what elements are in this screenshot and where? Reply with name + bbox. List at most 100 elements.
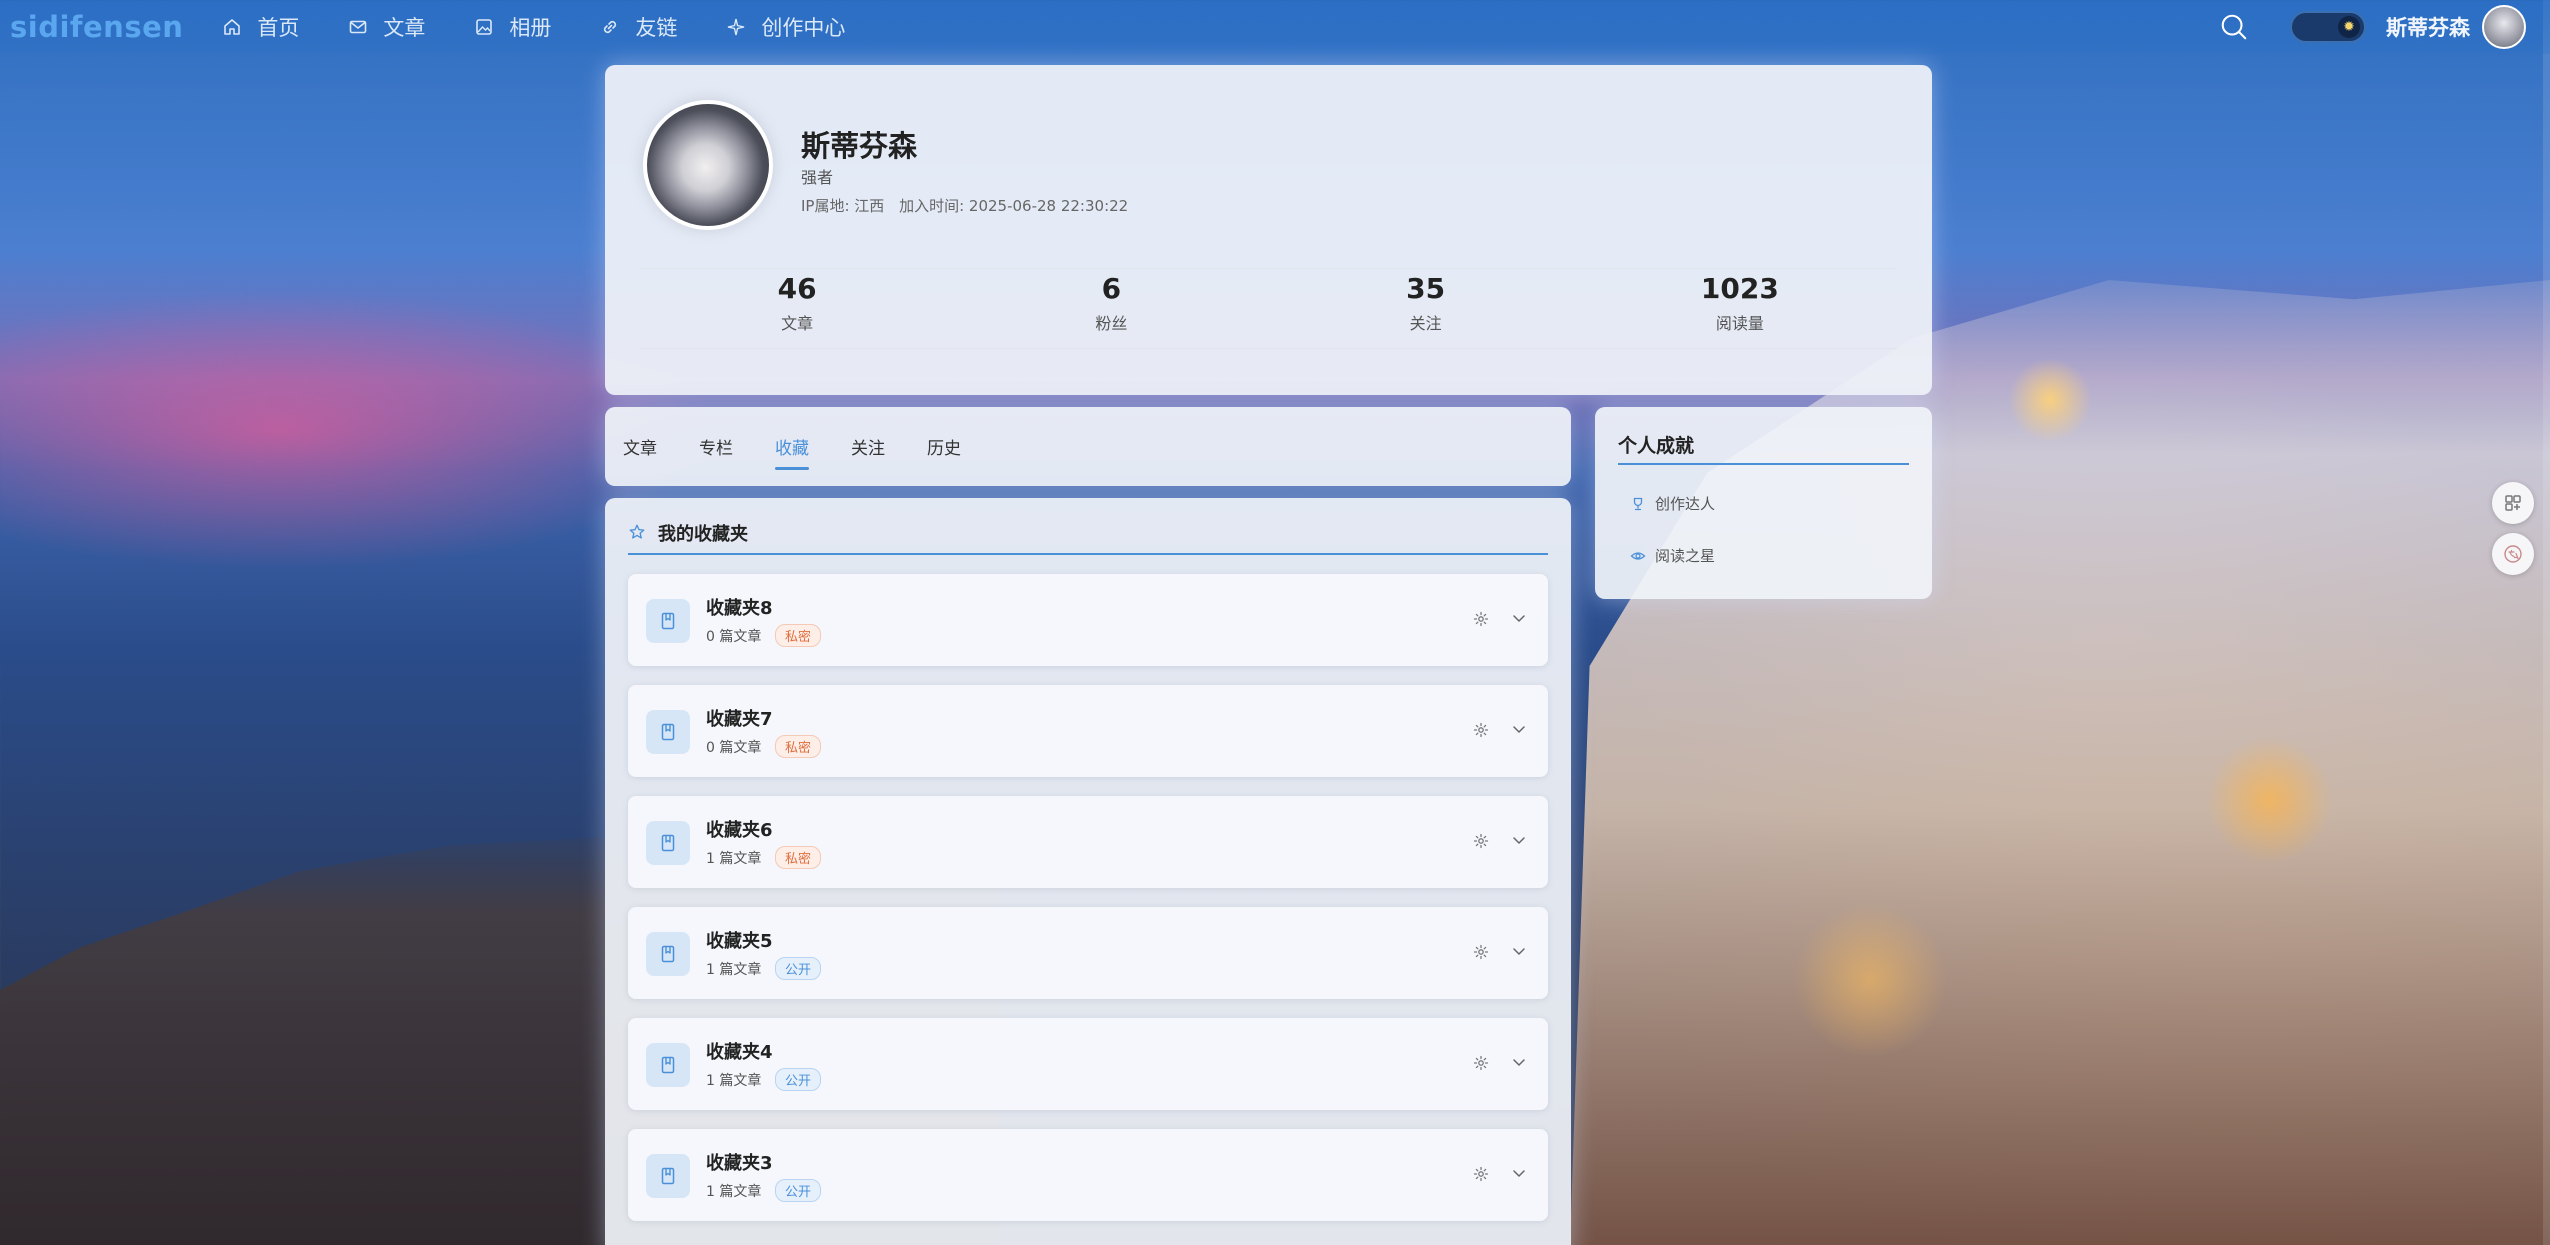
folder-expand-button[interactable] — [1510, 1164, 1528, 1182]
folder-item[interactable]: 收藏夹4 1 篇文章 公开 — [628, 1018, 1548, 1110]
bookmark-book-icon — [646, 821, 690, 865]
folder-list: 收藏夹8 0 篇文章 私密 收藏夹7 0 篇文章 私密 收藏夹6 1 篇文章 私密 收藏夹5 1 篇… — [628, 574, 1548, 1240]
tab-articles[interactable]: 文章 — [623, 434, 657, 459]
folder-item[interactable]: 收藏夹6 1 篇文章 私密 — [628, 796, 1548, 888]
profile-card: 斯蒂芬森 强者 IP属地: 江西 加入时间: 2025-06-28 22:30:… — [605, 65, 1932, 395]
folder-article-count: 0 篇文章 — [706, 740, 762, 756]
profile-tabs: 文章 专栏 收藏 关注 历史 — [605, 407, 1571, 486]
stat-value: 35 — [1406, 272, 1446, 305]
folder-expand-button[interactable] — [1510, 720, 1528, 738]
bookmark-book-icon — [646, 1154, 690, 1198]
nav-item-label: 创作中心 — [761, 16, 846, 40]
visibility-badge: 公开 — [775, 1179, 822, 1202]
home-icon — [221, 16, 243, 38]
stat-label: 关注 — [1409, 314, 1442, 333]
nav-item-label: 相册 — [509, 16, 552, 40]
stat-articles[interactable]: 46 文章 — [640, 270, 954, 334]
eye-icon — [1630, 548, 1646, 564]
achievement-item: 创作达人 — [1630, 493, 1715, 514]
folder-name: 收藏夹3 — [706, 1153, 773, 1174]
folder-name: 收藏夹8 — [706, 598, 773, 619]
site-logo[interactable]: sidifensen — [10, 10, 183, 44]
stat-label: 文章 — [781, 314, 814, 333]
achievement-label: 阅读之星 — [1655, 547, 1716, 565]
folder-article-count: 1 篇文章 — [706, 851, 762, 867]
tab-following[interactable]: 关注 — [851, 434, 885, 459]
profile-meta: IP属地: 江西 加入时间: 2025-06-28 22:30:22 — [801, 195, 1138, 216]
gear-icon — [1473, 1055, 1489, 1071]
achievements-card: 个人成就 创作达人 阅读之星 — [1595, 407, 1932, 599]
bookmark-book-icon — [646, 710, 690, 754]
folder-expand-button[interactable] — [1510, 942, 1528, 960]
visibility-badge: 私密 — [775, 846, 822, 869]
top-navigation: sidifensen 首页 文章 相册 友链 创作中心 ✹ 斯蒂芬森 — [0, 0, 2550, 54]
favorites-title: 我的收藏夹 — [658, 524, 748, 545]
main-nav: 首页 文章 相册 友链 创作中心 — [221, 12, 893, 42]
folder-name: 收藏夹6 — [706, 820, 773, 841]
achievement-label: 创作达人 — [1655, 495, 1716, 513]
nav-item-home[interactable]: 首页 — [221, 12, 299, 42]
folder-article-count: 0 篇文章 — [706, 629, 762, 645]
user-avatar[interactable] — [2482, 5, 2526, 49]
folder-article-count: 1 篇文章 — [706, 1184, 762, 1200]
achievements-title: 个人成就 — [1618, 435, 1695, 457]
chevron-down-icon — [1513, 615, 1525, 622]
nav-item-album[interactable]: 相册 — [473, 12, 551, 42]
folder-settings-button[interactable] — [1472, 832, 1490, 850]
stat-following[interactable]: 35 关注 — [1269, 270, 1583, 334]
stat-reads[interactable]: 1023 阅读量 — [1583, 270, 1897, 334]
gear-icon — [1473, 611, 1489, 627]
avatar-image — [647, 104, 769, 226]
chevron-down-icon — [1513, 1170, 1525, 1177]
nav-item-label: 首页 — [257, 16, 300, 40]
folder-article-count: 1 篇文章 — [706, 962, 762, 978]
join-time: 加入时间: 2025-06-28 22:30:22 — [899, 197, 1129, 215]
folder-item[interactable]: 收藏夹7 0 篇文章 私密 — [628, 685, 1548, 777]
visibility-badge: 私密 — [775, 624, 822, 647]
folder-item[interactable]: 收藏夹5 1 篇文章 公开 — [628, 907, 1548, 999]
float-translate-button[interactable] — [2492, 533, 2534, 575]
folder-item[interactable]: 收藏夹3 1 篇文章 公开 — [628, 1129, 1548, 1221]
star-icon — [628, 523, 648, 543]
nav-item-articles[interactable]: 文章 — [347, 12, 425, 42]
topbar-right: ✹ 斯蒂芬森 — [2218, 0, 2526, 54]
chevron-down-icon — [1513, 726, 1525, 733]
nav-item-creator-center[interactable]: 创作中心 — [725, 12, 845, 42]
chevron-down-icon — [1513, 948, 1525, 955]
tab-columns[interactable]: 专栏 — [699, 434, 733, 459]
stat-fans[interactable]: 6 粉丝 — [954, 270, 1268, 334]
nav-item-friend-links[interactable]: 友链 — [599, 12, 677, 42]
visibility-badge: 公开 — [775, 957, 822, 980]
theme-toggle[interactable]: ✹ — [2290, 11, 2366, 43]
image-icon — [473, 16, 495, 38]
stat-value: 1023 — [1700, 272, 1779, 305]
chevron-down-icon — [1513, 1059, 1525, 1066]
search-button[interactable] — [2218, 11, 2250, 43]
tab-favorites[interactable]: 收藏 — [775, 434, 809, 470]
folder-settings-button[interactable] — [1472, 721, 1490, 739]
favorites-header: 我的收藏夹 — [628, 520, 748, 546]
stat-label: 粉丝 — [1095, 314, 1128, 333]
favorites-underline — [628, 553, 1548, 555]
sun-icon: ✹ — [2338, 16, 2360, 38]
tab-history[interactable]: 历史 — [927, 434, 961, 459]
folder-item[interactable]: 收藏夹8 0 篇文章 私密 — [628, 574, 1548, 666]
profile-avatar[interactable] — [643, 100, 773, 230]
stat-value: 46 — [777, 272, 817, 305]
mail-icon — [347, 16, 369, 38]
folder-expand-button[interactable] — [1510, 831, 1528, 849]
tab-list: 文章 专栏 收藏 关注 历史 — [623, 407, 1003, 486]
folder-expand-button[interactable] — [1510, 1053, 1528, 1071]
folder-settings-button[interactable] — [1472, 1165, 1490, 1183]
float-apps-button[interactable] — [2492, 482, 2534, 524]
top-username[interactable]: 斯蒂芬森 — [2386, 12, 2470, 42]
folder-settings-button[interactable] — [1472, 610, 1490, 628]
bookmark-book-icon — [646, 932, 690, 976]
nav-item-label: 文章 — [383, 16, 426, 40]
search-icon — [2221, 14, 2247, 40]
folder-settings-button[interactable] — [1472, 943, 1490, 961]
link-icon — [599, 16, 621, 38]
folder-expand-button[interactable] — [1510, 609, 1528, 627]
page-scrollbar[interactable] — [2543, 0, 2550, 1245]
folder-settings-button[interactable] — [1472, 1054, 1490, 1072]
